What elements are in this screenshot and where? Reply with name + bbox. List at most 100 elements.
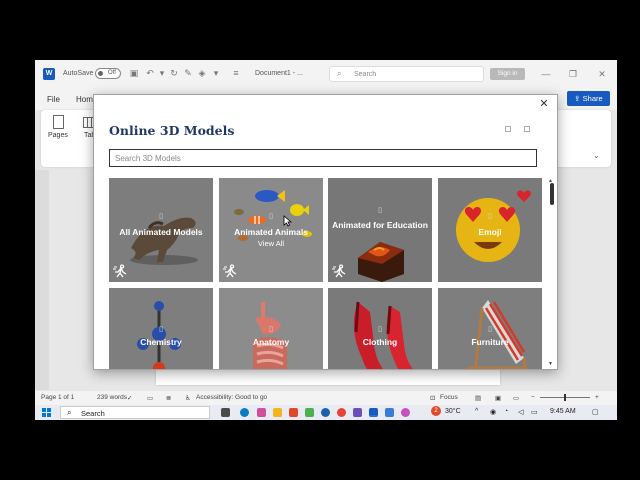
tile-label: Furniture bbox=[471, 337, 509, 347]
document-title: Document1 - ... bbox=[255, 70, 303, 77]
app-icon-2[interactable] bbox=[353, 408, 362, 417]
taskbar-search-box[interactable]: ⌕ Search bbox=[60, 406, 210, 419]
scroll-down-icon[interactable]: ▼ bbox=[548, 361, 553, 367]
scrollbar-thumb[interactable] bbox=[550, 183, 554, 205]
tile-placeholder-glyph: ▯ bbox=[269, 326, 273, 333]
redo-icon[interactable]: ↻ bbox=[169, 68, 179, 79]
pages-icon[interactable] bbox=[53, 115, 64, 129]
share-button[interactable]: ⇪ Share bbox=[567, 91, 610, 106]
share-icon: ⇪ bbox=[574, 94, 583, 103]
close-window-icon[interactable]: ✕ bbox=[596, 68, 608, 80]
weather-temp[interactable]: 30°C bbox=[445, 408, 461, 415]
dialog-option-icon[interactable] bbox=[505, 126, 511, 132]
tile-all-animated-models[interactable]: ▯ All Animated Models bbox=[109, 178, 213, 282]
format-dropdown-icon[interactable]: ▾ bbox=[211, 68, 221, 79]
save-icon[interactable]: ▣ bbox=[129, 68, 139, 79]
undo-dropdown-icon[interactable]: ▾ bbox=[157, 68, 167, 79]
task-view-icon[interactable] bbox=[221, 408, 230, 417]
text-predictions-icon[interactable]: ≣ bbox=[166, 394, 171, 402]
tile-placeholder-glyph: ▯ bbox=[159, 326, 163, 333]
dialog-close-icon[interactable]: ✕ bbox=[538, 97, 550, 111]
online-3d-models-dialog: ✕ Online 3D Models ▯ All Animated Models bbox=[93, 94, 558, 370]
tile-placeholder-glyph: ▯ bbox=[488, 326, 492, 333]
notification-badge[interactable]: 2 bbox=[431, 406, 441, 416]
tile-chemistry[interactable]: ▯ Chemistry bbox=[109, 288, 213, 369]
tile-label: Animated Animals bbox=[234, 227, 308, 237]
share-label: Share bbox=[582, 94, 603, 103]
tile-placeholder-glyph: ▯ bbox=[378, 207, 382, 214]
collapse-ribbon-icon[interactable]: ⌄ bbox=[593, 151, 600, 160]
tile-placeholder-glyph: ▯ bbox=[269, 213, 273, 220]
proofing-icon[interactable]: ✓ bbox=[127, 394, 132, 402]
taskbar-search-icon: ⌕ bbox=[67, 408, 72, 417]
dialog-title: Online 3D Models bbox=[109, 123, 235, 138]
zoom-slider-thumb[interactable] bbox=[564, 394, 566, 401]
undo-icon[interactable]: ↶ bbox=[145, 68, 155, 79]
tile-emoji[interactable]: ▯ Emoji bbox=[438, 178, 542, 282]
tile-label: Clothing bbox=[362, 337, 398, 347]
word-count[interactable]: 239 words bbox=[97, 394, 127, 401]
read-aloud-icon[interactable]: ▭ bbox=[147, 394, 153, 402]
web-layout-icon[interactable]: ▭ bbox=[513, 394, 519, 402]
zoom-in-icon[interactable]: + bbox=[595, 394, 599, 401]
tile-anatomy[interactable]: ▯ Anatomy bbox=[219, 288, 323, 369]
copilot-icon[interactable] bbox=[257, 408, 266, 417]
app-icon-4[interactable] bbox=[401, 408, 410, 417]
tile-label: Emoji bbox=[478, 227, 502, 237]
pages-label[interactable]: Pages bbox=[48, 132, 68, 139]
draw-icon[interactable]: ✎ bbox=[183, 68, 193, 79]
tile-label: Chemistry bbox=[140, 337, 182, 347]
sign-in-button[interactable]: Sign in bbox=[490, 68, 525, 80]
minimize-icon[interactable]: — bbox=[540, 68, 552, 80]
tile-animated-animals[interactable]: ▯ Animated Animals View All bbox=[219, 178, 323, 282]
taskbar: ⌕ Search 2 30°C ^ ◉ ◔ ◁ ▭ 9:45 AM ▢ bbox=[35, 405, 617, 420]
zoom-out-icon[interactable]: − bbox=[531, 394, 535, 401]
category-grid: ▯ All Animated Models ▯ Animated Animals… bbox=[109, 178, 543, 369]
tile-clothing[interactable]: ▯ Clothing bbox=[328, 288, 432, 369]
tile-furniture[interactable]: ▯ Furniture bbox=[438, 288, 542, 369]
taskbar-search-label: Search bbox=[81, 409, 105, 418]
tile-label: All Animated Models bbox=[119, 227, 203, 237]
notifications-icon[interactable]: ▢ bbox=[592, 408, 599, 416]
wifi-icon[interactable]: ◔ bbox=[504, 408, 508, 415]
word-taskbar-icon[interactable] bbox=[369, 408, 378, 417]
tab-home[interactable]: Hom bbox=[76, 95, 93, 104]
tile-placeholder-glyph: ▯ bbox=[488, 213, 492, 220]
battery-icon[interactable]: ▭ bbox=[531, 408, 538, 416]
windows-start-icon[interactable] bbox=[42, 408, 51, 417]
accessibility-status[interactable]: Accessibility: Good to go bbox=[196, 394, 267, 401]
search-3d-models-input[interactable] bbox=[109, 149, 537, 167]
word-logo-icon: W bbox=[43, 68, 55, 80]
vertical-ruler bbox=[35, 170, 49, 390]
store-icon[interactable] bbox=[305, 408, 314, 417]
app-icon-3[interactable] bbox=[385, 408, 394, 417]
tray-chevron-icon[interactable]: ^ bbox=[475, 408, 478, 415]
file-explorer-icon[interactable] bbox=[273, 408, 282, 417]
app-icon[interactable] bbox=[321, 408, 330, 417]
chrome-icon[interactable] bbox=[337, 408, 346, 417]
print-layout-icon[interactable]: ▣ bbox=[495, 394, 501, 402]
view-all-link[interactable]: View All bbox=[219, 239, 323, 248]
customize-toolbar-icon[interactable]: ≡ bbox=[231, 68, 241, 79]
focus-button[interactable]: Focus bbox=[440, 394, 458, 401]
tile-label: Anatomy bbox=[252, 337, 290, 347]
restore-icon[interactable]: ❐ bbox=[567, 68, 579, 80]
volume-icon[interactable]: ◁ bbox=[518, 408, 523, 416]
animated-runner-icon bbox=[223, 264, 237, 278]
status-bar: Page 1 of 1 239 words ✓ ▭ ≣ ♿ Accessibil… bbox=[35, 391, 617, 405]
office-icon[interactable] bbox=[289, 408, 298, 417]
format-icon[interactable]: ◈ bbox=[197, 68, 207, 79]
animated-runner-icon bbox=[113, 264, 127, 278]
tile-animated-for-education[interactable]: ▯ Animated for Education bbox=[328, 178, 432, 282]
tile-placeholder-glyph: ▯ bbox=[378, 326, 382, 333]
edge-icon[interactable] bbox=[240, 408, 249, 417]
dialog-option-icon-2[interactable] bbox=[524, 126, 530, 132]
clock[interactable]: 9:45 AM bbox=[550, 408, 576, 415]
page-count[interactable]: Page 1 of 1 bbox=[41, 394, 74, 401]
read-mode-icon[interactable]: ▤ bbox=[475, 394, 481, 402]
tile-label: Animated for Education bbox=[332, 220, 428, 230]
autosave-toggle[interactable]: Off bbox=[95, 68, 121, 79]
tray-record-icon[interactable]: ◉ bbox=[490, 408, 496, 416]
tab-file[interactable]: File bbox=[47, 95, 60, 104]
title-search-box[interactable]: ⌕ Search bbox=[329, 66, 484, 82]
